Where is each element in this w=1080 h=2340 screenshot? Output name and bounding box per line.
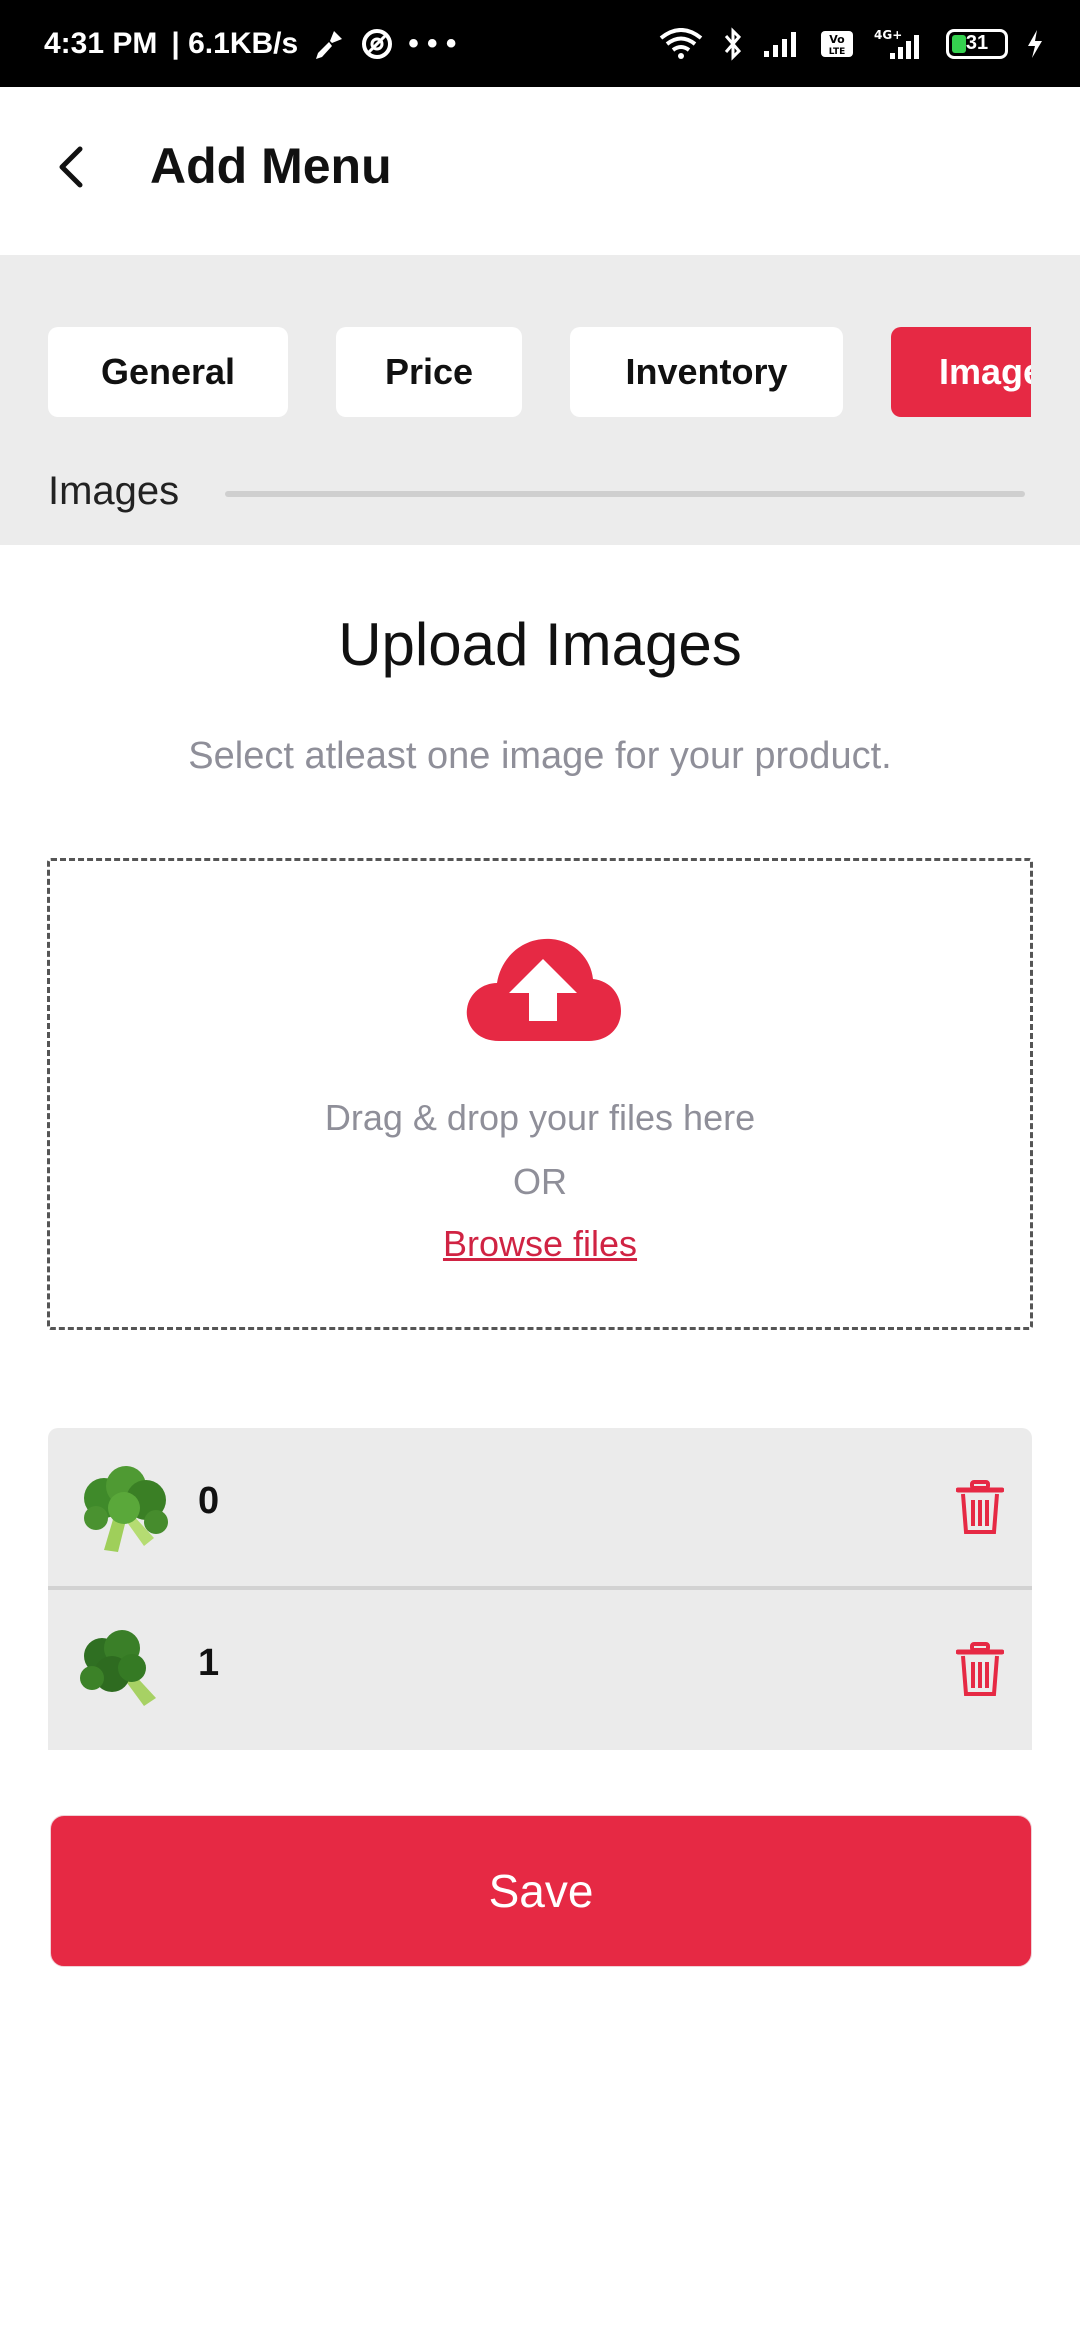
status-bar-right: Vo LTE 4G+ 31: [658, 26, 1044, 61]
image-index-label: 0: [198, 1480, 220, 1522]
or-separator: OR: [513, 1161, 567, 1202]
step-tabs-panel: General Price Inventory Images Images: [0, 255, 1080, 545]
wifi-icon: [658, 27, 704, 60]
network-speed: | 6.1KB/s: [171, 26, 299, 60]
browse-files-link[interactable]: Browse files: [50, 1223, 1030, 1265]
uploaded-images-list: 0 1: [48, 1428, 1032, 1750]
list-item: 0: [48, 1428, 1032, 1586]
charging-icon: [1026, 29, 1044, 59]
save-button[interactable]: Save: [50, 1815, 1032, 1967]
svg-text:4G+: 4G+: [874, 28, 902, 42]
clock: 4:31 PM: [44, 26, 158, 60]
upload-title: Upload Images: [338, 611, 742, 678]
status-bar: 4:31 PM | 6.1KB/s • • • Vo LTE 4G+ 31: [0, 0, 1080, 87]
back-arrow-icon[interactable]: [50, 143, 98, 191]
drop-instructions: Drag & drop your files here: [324, 1097, 756, 1138]
battery-icon: 31: [946, 28, 1008, 59]
list-item: 1: [48, 1590, 1032, 1748]
broccoli-image: [74, 1626, 170, 1718]
tab-inventory[interactable]: Inventory: [570, 327, 843, 417]
progress-label: Images: [48, 469, 180, 513]
svg-text:Vo: Vo: [829, 33, 845, 46]
cloud-upload-icon: [465, 935, 621, 1045]
app-header: Add Menu: [0, 87, 1080, 255]
image-index-label: 1: [198, 1642, 220, 1684]
tab-price[interactable]: Price: [336, 327, 522, 417]
progress-track: [225, 491, 1025, 497]
status-bar-left: 4:31 PM | 6.1KB/s • • •: [44, 27, 456, 61]
page-title: Add Menu: [150, 138, 392, 194]
trash-icon[interactable]: [955, 1642, 1005, 1698]
signal-4g-icon: 4G+: [872, 27, 928, 61]
trash-icon[interactable]: [955, 1480, 1005, 1536]
bluetooth-icon: [722, 26, 744, 61]
at-icon: [360, 27, 394, 61]
tab-general[interactable]: General: [48, 327, 288, 417]
broom-icon: [312, 27, 346, 61]
signal-icon: [762, 29, 802, 59]
volte-icon: Vo LTE: [820, 29, 854, 59]
battery-level: 31: [965, 32, 989, 54]
upload-subtitle: Select atleast one image for your produc…: [188, 735, 892, 777]
svg-text:LTE: LTE: [829, 47, 846, 57]
broccoli-image: [74, 1464, 170, 1556]
tab-images[interactable]: Images: [891, 327, 1031, 417]
more-dots: • • •: [408, 26, 457, 60]
file-dropzone[interactable]: Drag & drop your files here OR Browse fi…: [47, 858, 1033, 1330]
